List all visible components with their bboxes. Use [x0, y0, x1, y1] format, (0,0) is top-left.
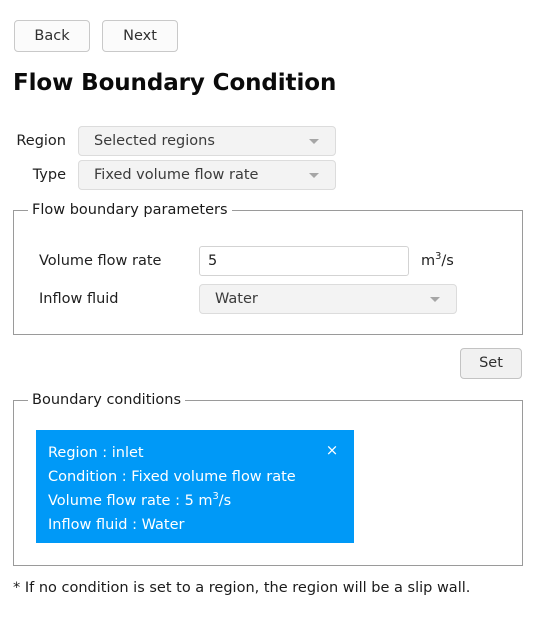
next-button[interactable]: Next [102, 20, 178, 52]
type-row: Type Fixed volume flow rate [0, 160, 336, 190]
inflow-fluid-select-value: Water [215, 291, 258, 307]
volume-flow-rate-unit: m3/s [421, 252, 454, 269]
boundary-condition-fluid: Inflow fluid : Water [48, 517, 185, 533]
flow-boundary-parameters-group: Flow boundary parameters Volume flow rat… [13, 202, 523, 335]
boundary-condition-region: Region : inlet [48, 445, 144, 461]
boundary-condition-card[interactable]: Region : inlet Condition : Fixed volume … [36, 430, 354, 543]
volume-flow-rate-label: Volume flow rate [39, 253, 162, 269]
volume-flow-rate-input[interactable] [199, 246, 409, 276]
page-title: Flow Boundary Condition [13, 70, 337, 96]
flow-rate-prefix: Volume flow rate : 5 m [48, 493, 213, 509]
region-row: Region Selected regions [0, 126, 336, 156]
unit-suffix: /s [441, 253, 454, 269]
chevron-down-icon [309, 173, 319, 178]
inflow-fluid-select[interactable]: Water [199, 284, 457, 314]
inflow-fluid-row: Inflow fluid Water [39, 284, 457, 314]
flow-boundary-parameters-title: Flow boundary parameters [28, 202, 232, 218]
type-select[interactable]: Fixed volume flow rate [78, 160, 336, 190]
boundary-conditions-group: Boundary conditions Region : inlet Condi… [13, 392, 523, 566]
type-label: Type [32, 167, 66, 183]
volume-flow-rate-row: Volume flow rate m3/s [39, 246, 454, 276]
flow-rate-suffix: /s [218, 493, 232, 509]
region-select-value: Selected regions [94, 133, 215, 149]
boundary-condition-flow-rate: Volume flow rate : 5 m3/s [48, 489, 354, 513]
back-button[interactable]: Back [14, 20, 90, 52]
boundary-conditions-title: Boundary conditions [28, 392, 186, 408]
inflow-fluid-label: Inflow fluid [39, 291, 119, 307]
region-select[interactable]: Selected regions [78, 126, 336, 156]
set-button[interactable]: Set [460, 348, 522, 379]
footnote: * If no condition is set to a region, th… [13, 580, 471, 596]
chevron-down-icon [430, 297, 440, 302]
unit-base: m [421, 253, 436, 269]
boundary-condition-condition: Condition : Fixed volume flow rate [48, 469, 296, 485]
region-label: Region [16, 133, 66, 149]
chevron-down-icon [309, 139, 319, 144]
navigation-buttons: Back Next [14, 20, 178, 52]
type-select-value: Fixed volume flow rate [94, 167, 259, 183]
close-icon[interactable]: × [324, 441, 340, 459]
